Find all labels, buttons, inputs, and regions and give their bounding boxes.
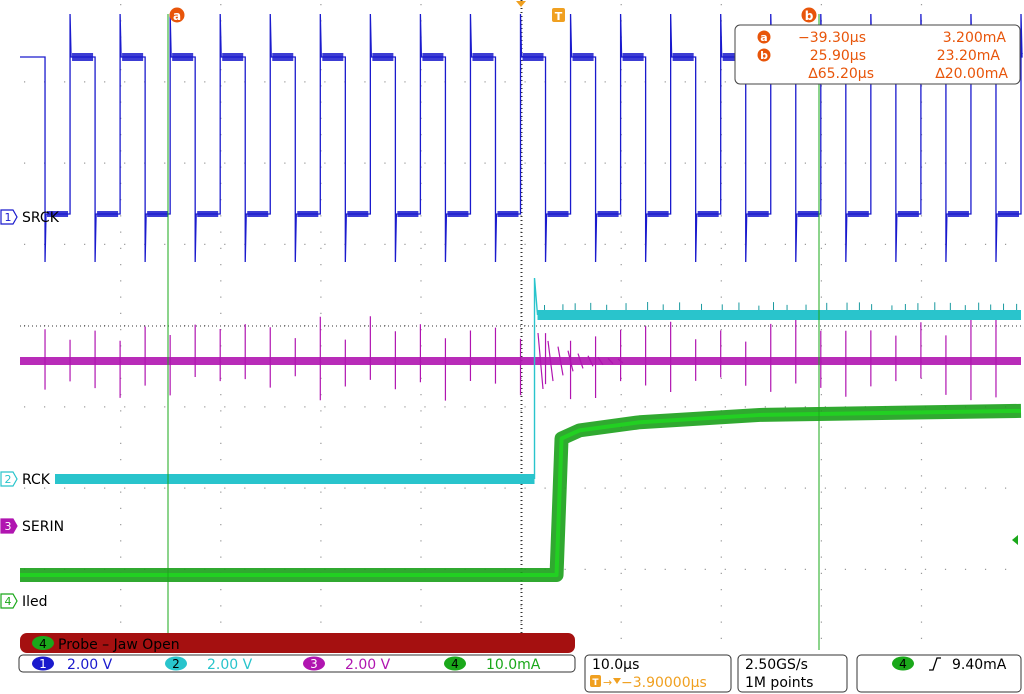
trigger-position: −3.90000µs [621, 675, 707, 691]
ch3-label[interactable]: 3 SERIN [0, 518, 64, 535]
record-length: 1M points [745, 675, 813, 691]
trigger-level-marker[interactable] [1012, 535, 1018, 545]
svg-text:b: b [805, 9, 814, 23]
svg-text:a: a [173, 9, 181, 23]
svg-text:1: 1 [5, 211, 12, 224]
timebase-value: 10.0µs [592, 657, 639, 673]
ch3-scale: 2.00 V [345, 657, 391, 673]
trigger-level: 9.40mA [952, 657, 1007, 673]
channel-scale-panel[interactable]: 1 2.00 V 2 2.00 V 3 2.00 V 4 10.0mA [18, 654, 576, 673]
graticule-dots [24, 4, 1007, 639]
cursor-a-marker[interactable]: a [169, 7, 185, 24]
svg-text:a: a [760, 31, 767, 44]
cursor-b-time: 25.90µs [810, 48, 866, 64]
ch1-scale: 2.00 V [67, 657, 113, 673]
ch2-label[interactable]: 2 RCK [0, 471, 51, 488]
svg-text:b: b [760, 49, 768, 62]
svg-text:RCK: RCK [22, 472, 51, 488]
svg-text:3: 3 [310, 657, 318, 671]
svg-text:SRCK: SRCK [22, 210, 60, 226]
svg-text:4: 4 [5, 595, 12, 608]
cursor-readout-box: a b −39.30µs 3.200mA 25.90µs 23.20mA ∆65… [734, 24, 1021, 85]
oscilloscope-screen: a T b a b −39.30µs 3.200mA 25.90µs 23.20… [0, 0, 1023, 693]
svg-text:Probe – Jaw Open: Probe – Jaw Open [58, 637, 180, 653]
svg-text:4: 4 [899, 657, 907, 671]
svg-text:1: 1 [39, 657, 47, 671]
trigger-position-arrow [516, 1, 526, 7]
trigger-panel[interactable]: 4 9.40mA [856, 654, 1022, 693]
cursor-delta-value: ∆20.00mA [934, 66, 1008, 82]
ch1-label[interactable]: 1 SRCK [0, 209, 60, 226]
trigger-time-marker[interactable]: T [552, 8, 565, 23]
svg-text:2: 2 [172, 657, 180, 671]
ch4-scale: 10.0mA [486, 657, 541, 673]
svg-text:T: T [592, 678, 599, 688]
cursor-b-marker[interactable]: b [801, 7, 817, 24]
cursor-b-value: 23.20mA [937, 48, 1001, 64]
trace-rck-edge [533, 277, 539, 479]
acquisition-panel[interactable]: 2.50GS/s 1M points [737, 654, 848, 693]
svg-text:SERIN: SERIN [22, 519, 64, 535]
svg-text:2: 2 [5, 473, 12, 486]
timebase-panel[interactable]: 10.0µs T → −3.90000µs [584, 654, 732, 693]
svg-text:4: 4 [39, 637, 47, 651]
waveform-traces [20, 13, 1023, 582]
svg-text:Iled: Iled [22, 594, 48, 610]
svg-text:T: T [555, 10, 563, 23]
probe-warning-banner: 4 Probe – Jaw Open [20, 633, 575, 653]
trace-rck-high [537, 310, 1021, 320]
cursor-a-time: −39.30µs [798, 30, 866, 46]
svg-text:3: 3 [5, 520, 12, 533]
trace-rck-low [55, 474, 535, 484]
ch2-scale: 2.00 V [207, 657, 253, 673]
cursor-delta-time: ∆65.20µs [807, 66, 874, 82]
ch4-label[interactable]: 4 Iled [0, 593, 48, 610]
svg-text:→: → [603, 676, 612, 689]
cursor-a-value: 3.200mA [943, 30, 1007, 46]
sample-rate: 2.50GS/s [745, 657, 808, 673]
svg-text:4: 4 [451, 657, 459, 671]
